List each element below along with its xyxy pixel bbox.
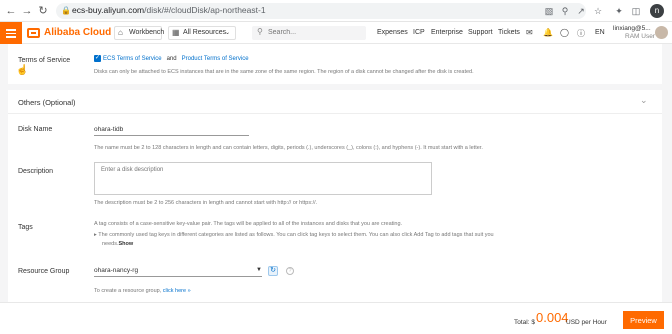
product-terms-link[interactable]: Product Terms of Service: [182, 56, 249, 62]
nav-tickets[interactable]: Tickets: [498, 29, 520, 36]
terms-label: Terms of Service: [18, 57, 71, 64]
disk-name-label: Disk Name: [18, 126, 53, 133]
description-textarea[interactable]: [94, 162, 432, 195]
refresh-icon[interactable]: ↻: [268, 266, 278, 276]
url-text[interactable]: ecs-buy.aliyun.com/disk/#/cloudDisk/ap-n…: [72, 5, 266, 15]
search-input[interactable]: [268, 27, 358, 38]
profile-avatar[interactable]: n: [650, 4, 664, 18]
translate-icon[interactable]: ▧: [543, 5, 555, 17]
terms-links: ECS Terms of Service and Product Terms o…: [103, 56, 249, 62]
preview-button[interactable]: Preview: [623, 311, 664, 329]
chevron-down-icon: ⌄: [224, 30, 230, 36]
nav-icp[interactable]: ICP: [413, 29, 425, 36]
reload-icon[interactable]: ↻: [36, 4, 50, 18]
all-resources-dropdown[interactable]: ▦ All Resources ⌄: [168, 26, 236, 40]
terms-panel: Terms of Service ✓ ECS Terms of Service …: [8, 44, 662, 84]
zoom-icon[interactable]: ⚲: [559, 5, 571, 17]
search-icon: ⚲: [257, 27, 263, 36]
description-help: The description must be 2 to 256 charact…: [94, 200, 318, 206]
menu-icon[interactable]: [0, 22, 22, 44]
extensions-icon[interactable]: ✦: [613, 5, 625, 17]
total-label: Total: $: [514, 319, 535, 326]
others-title: Others (Optional): [18, 98, 76, 107]
ecs-terms-link[interactable]: ECS Terms of Service: [103, 56, 162, 62]
lightbulb-icon[interactable]: ◯: [560, 28, 569, 37]
lock-icon[interactable]: 🔒: [61, 6, 71, 15]
mail-icon[interactable]: ✉: [526, 28, 533, 37]
price-footer: Total: $ 0.004 USD per Hour Preview: [0, 302, 672, 334]
tags-show-line: needs.Show: [102, 241, 134, 247]
resource-group-label: Resource Group: [18, 268, 70, 275]
main-content: Terms of Service ✓ ECS Terms of Service …: [0, 44, 672, 302]
user-role: RAM User: [625, 33, 655, 40]
tags-show-link[interactable]: Show: [119, 241, 134, 247]
avatar[interactable]: [655, 26, 668, 39]
tags-label: Tags: [18, 224, 33, 231]
cost-value: 0.004: [536, 310, 569, 325]
divider: [8, 113, 662, 114]
caret-down-icon: ▼: [256, 267, 262, 273]
workbench-button[interactable]: ⌂ Workbench: [114, 26, 164, 40]
bookmark-star-icon[interactable]: ☆: [592, 5, 604, 17]
others-panel: Others (Optional) ⌄ Disk Name The name m…: [8, 90, 662, 302]
alibaba-cloud-logo-icon[interactable]: [27, 28, 40, 38]
language-switch[interactable]: EN: [595, 29, 605, 36]
browser-toolbar: ← → ↻ 🔒 ecs-buy.aliyun.com/disk/#/cloudD…: [0, 0, 672, 22]
help-icon[interactable]: ⓘ: [577, 28, 585, 39]
description-label: Description: [18, 168, 54, 175]
resources-icon: ▦: [172, 28, 180, 37]
nav-support[interactable]: Support: [468, 29, 493, 36]
console-topbar: Alibaba Cloud ⌂ Workbench ▦ All Resource…: [0, 22, 672, 44]
disk-name-input[interactable]: [94, 124, 249, 136]
create-resource-group-link[interactable]: click here »: [163, 288, 191, 294]
tags-help: A tag consists of a case-sensitive key-v…: [94, 221, 403, 227]
disk-name-help: The name must be 2 to 128 characters in …: [94, 145, 483, 151]
resource-group-select[interactable]: ohara-nancy-rg ▼: [94, 265, 262, 277]
user-menu[interactable]: linxiang@5... RAM User: [613, 25, 655, 41]
info-icon[interactable]: ?: [286, 267, 294, 275]
home-icon: ⌂: [118, 28, 123, 37]
search-box[interactable]: ⚲: [252, 26, 366, 40]
collapse-chevron-icon[interactable]: ⌄: [640, 95, 648, 106]
terms-checkbox[interactable]: ✓: [94, 55, 101, 62]
forward-icon[interactable]: →: [20, 4, 34, 18]
logo-text[interactable]: Alibaba Cloud: [44, 27, 111, 38]
terms-note: Disks can only be attached to ECS instan…: [94, 69, 474, 75]
mouse-cursor-icon: ☝: [16, 65, 29, 76]
tags-expand-text[interactable]: ▸ The commonly used tag keys in differen…: [94, 232, 494, 238]
back-icon[interactable]: ←: [4, 4, 18, 18]
share-icon[interactable]: ↗: [575, 5, 587, 17]
user-name: linxiang@5...: [613, 25, 651, 32]
nav-expenses[interactable]: Expenses: [377, 29, 408, 36]
sidebar-icon[interactable]: ◫: [630, 5, 642, 17]
cost-unit: USD per Hour: [566, 319, 607, 326]
bell-icon[interactable]: 🔔: [543, 28, 553, 37]
nav-enterprise[interactable]: Enterprise: [431, 29, 463, 36]
create-resource-group-text: To create a resource group, click here »: [94, 288, 191, 294]
